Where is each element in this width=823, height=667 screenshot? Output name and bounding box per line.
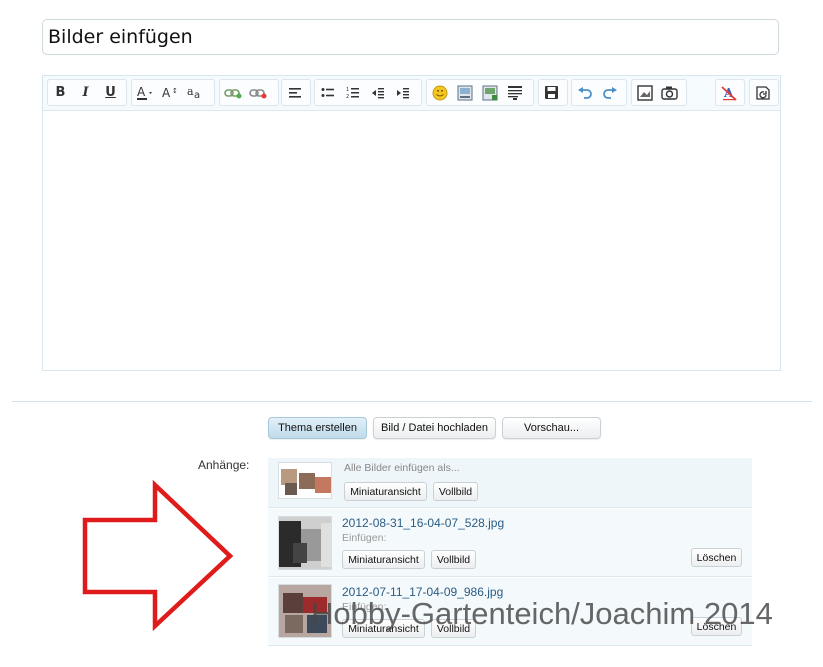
insert-label: Einfügen: — [342, 532, 387, 544]
editor-toolbar: B I U A A ↕ aa 1 2 — [43, 76, 780, 111]
upload-file-button[interactable]: Bild / Datei hochladen — [373, 417, 496, 439]
insert-media-icon[interactable] — [477, 80, 502, 105]
toolbar-group-align — [281, 79, 311, 106]
attachments-label: Anhänge: — [198, 458, 250, 472]
rich-text-editor: B I U A A ↕ aa 1 2 — [42, 75, 781, 371]
insert-all-thumbnail-button[interactable]: Miniaturansicht — [344, 482, 427, 501]
indent-icon[interactable] — [390, 80, 415, 105]
insert-link-icon[interactable] — [220, 80, 245, 105]
watermark-text: Hobby-Gartenteich/Joachim 2014 — [311, 596, 773, 631]
insert-full-button[interactable]: Vollbild — [431, 550, 476, 569]
bullet-list-icon[interactable] — [315, 80, 340, 105]
attachment-filename[interactable]: 2012-08-31_16-04-07_528.jpg — [342, 516, 504, 530]
insert-image-icon[interactable] — [452, 80, 477, 105]
bold-icon[interactable]: B — [48, 80, 73, 105]
red-arrow-annotation — [82, 480, 234, 632]
toolbar-group-font: A A ↕ aa — [131, 79, 215, 106]
toolbar-group-media — [631, 79, 687, 106]
redo-icon[interactable] — [597, 80, 622, 105]
remove-link-icon[interactable] — [245, 80, 270, 105]
undo-icon[interactable] — [572, 80, 597, 105]
font-family-icon[interactable]: aa — [182, 80, 207, 105]
insert-all-full-button[interactable]: Vollbild — [433, 482, 478, 501]
toolbar-group-source — [749, 79, 779, 106]
toolbar-group-text-style: B I U — [47, 79, 127, 106]
toolbar-group-save — [538, 79, 568, 106]
delete-attachment-button[interactable]: Löschen — [691, 548, 742, 567]
insert-code-icon[interactable] — [502, 80, 527, 105]
svg-text:2: 2 — [346, 94, 349, 99]
attachment-row: 2012-08-31_16-04-07_528.jpg Einfügen: Mi… — [268, 509, 752, 577]
preview-button[interactable]: Vorschau... — [502, 417, 601, 439]
svg-text:a: a — [194, 90, 200, 101]
toolbar-group-insert — [426, 79, 534, 106]
toolbar-group-links — [219, 79, 279, 106]
svg-text:a: a — [187, 85, 194, 98]
save-draft-icon[interactable] — [539, 80, 564, 105]
underline-icon[interactable]: U — [98, 80, 123, 105]
editor-text-area[interactable] — [43, 111, 780, 370]
attachment-thumbnail[interactable] — [278, 516, 332, 570]
toolbar-group-format: A — [715, 79, 745, 106]
smilie-icon[interactable] — [427, 80, 452, 105]
numbered-list-icon[interactable]: 12 — [340, 80, 365, 105]
attachment-insert-all-row: Alle Bilder einfügen als... Miniaturansi… — [268, 458, 752, 508]
svg-text:A: A — [137, 85, 146, 99]
outdent-icon[interactable] — [365, 80, 390, 105]
toggle-source-icon[interactable] — [750, 80, 775, 105]
camera-icon[interactable] — [657, 80, 682, 105]
align-icon[interactable] — [282, 80, 307, 105]
svg-text:A: A — [162, 86, 171, 100]
font-color-icon[interactable]: A — [132, 80, 157, 105]
insert-thumbnail-button[interactable]: Miniaturansicht — [342, 550, 425, 569]
font-size-icon[interactable]: A ↕ — [157, 80, 182, 105]
preview-image-icon[interactable] — [632, 80, 657, 105]
create-thread-button[interactable]: Thema erstellen — [268, 417, 367, 439]
svg-text:↕: ↕ — [172, 87, 178, 95]
remove-format-icon[interactable]: A — [716, 80, 741, 105]
section-divider — [12, 401, 812, 402]
toolbar-group-lists: 12 — [314, 79, 422, 106]
title-input[interactable]: Bilder einfügen — [42, 19, 779, 55]
toolbar-group-history — [571, 79, 627, 106]
all-images-thumbnail — [278, 462, 332, 499]
insert-all-label: Alle Bilder einfügen als... — [344, 462, 460, 474]
svg-text:1: 1 — [346, 87, 349, 93]
italic-icon[interactable]: I — [73, 80, 98, 105]
